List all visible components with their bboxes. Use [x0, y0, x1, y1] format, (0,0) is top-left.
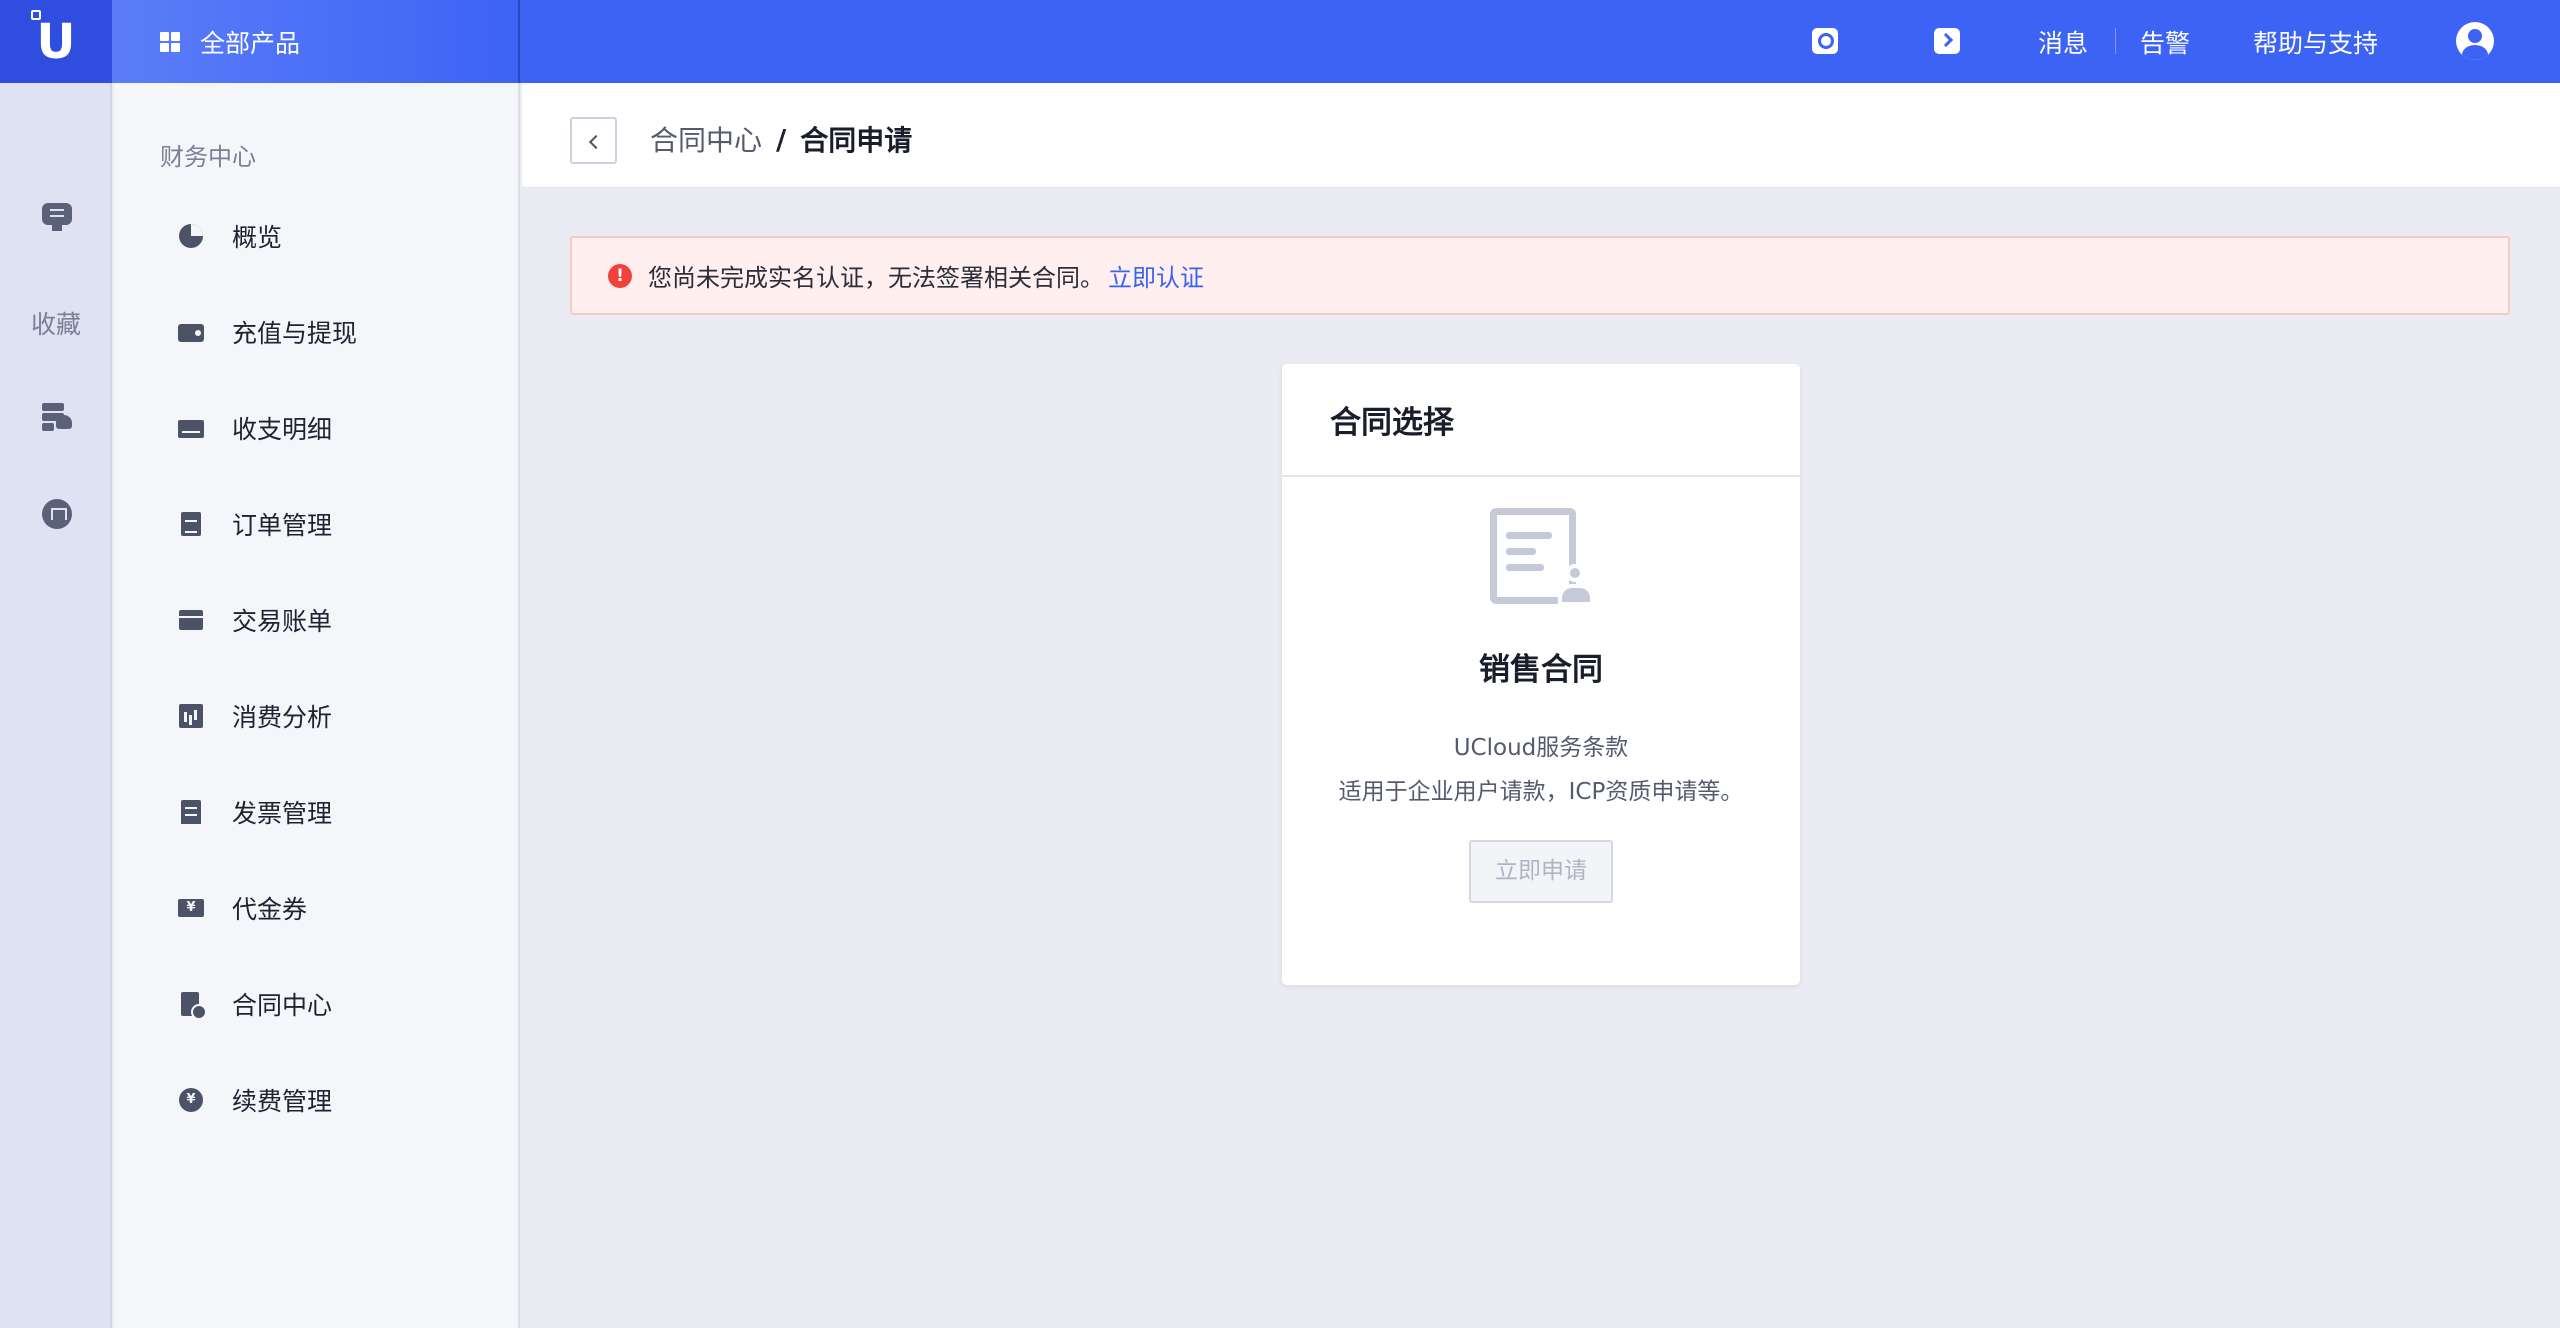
sidebar-item-label: 消费分析 [232, 703, 333, 732]
terminal-icon[interactable] [1934, 28, 1960, 54]
sidebar-item-label: 合同中心 [232, 991, 333, 1020]
sidebar-item-analysis[interactable]: 消费分析 [178, 696, 508, 736]
all-products-button[interactable]: 全部产品 [112, 0, 520, 83]
top-bar: U 全部产品 消息 告警 帮助与支持 [0, 0, 2560, 83]
contract-description: UCloud服务条款 [1453, 735, 1629, 761]
error-icon: ! [608, 263, 632, 288]
sidebar-item-label: 充值与提现 [232, 319, 358, 348]
network-icon[interactable] [42, 499, 72, 529]
sidebar-item-label: 续费管理 [232, 1087, 333, 1116]
apply-now-button[interactable]: 立即申请 [1469, 840, 1613, 903]
sidebar-item-invoices[interactable]: 发票管理 [178, 792, 508, 832]
back-button[interactable] [570, 117, 617, 164]
sidebar-item-renewal[interactable]: ¥ 续费管理 [178, 1080, 508, 1120]
sidebar-item-label: 收支明细 [232, 415, 333, 444]
server-cloud-icon[interactable] [42, 401, 72, 431]
bar-chart-icon [178, 703, 204, 729]
sidebar-item-coupons[interactable]: ¥ 代金券 [178, 888, 508, 928]
contract-document-icon [1490, 508, 1594, 608]
contract-title: 销售合同 [1479, 652, 1603, 688]
breadcrumb-current: 合同申请 [800, 124, 913, 157]
sidebar-item-orders[interactable]: 订单管理 [178, 504, 508, 544]
breadcrumb-separator: / [776, 122, 787, 156]
card-icon [178, 415, 204, 441]
icon-rail: 收藏 [0, 83, 112, 1328]
sidebar-item-label: 订单管理 [232, 511, 333, 540]
card-header: 合同选择 [1282, 364, 1800, 477]
sidebar-item-label: 交易账单 [232, 607, 333, 636]
search-icon[interactable] [1812, 28, 1838, 54]
sidebar-item-label: 概览 [232, 223, 283, 252]
ucloud-logo[interactable]: U [0, 0, 112, 83]
pie-chart-icon [178, 223, 204, 249]
contract-selection-card: 合同选择 销售合同 UCloud服务条款 适用于企业用户请款，ICP资质申请等。… [1282, 364, 1800, 985]
sidebar-item-transactions[interactable]: 收支明细 [178, 408, 508, 448]
sidebar-item-overview[interactable]: 概览 [178, 216, 508, 256]
messages-link[interactable]: 消息 [2038, 24, 2088, 60]
alert-message: 您尚未完成实名认证，无法签署相关合同。 [648, 264, 1104, 292]
favorites-link[interactable]: 收藏 [0, 305, 112, 341]
user-avatar-icon[interactable] [2456, 22, 2494, 60]
alarms-link[interactable]: 告警 [2140, 24, 2190, 60]
divider [2115, 28, 2116, 54]
sidebar-item-recharge[interactable]: 充值与提现 [178, 312, 508, 352]
sidebar-item-label: 发票管理 [232, 799, 333, 828]
console-chat-icon[interactable] [42, 201, 72, 231]
help-support-link[interactable]: 帮助与支持 [2253, 24, 2378, 60]
renew-icon: ¥ [178, 1087, 204, 1113]
contract-icon [178, 991, 207, 1020]
verification-alert: ! 您尚未完成实名认证，无法签署相关合同。 立即认证 [570, 236, 2510, 315]
breadcrumb: 合同中心 / 合同申请 [650, 119, 912, 159]
sidebar-item-label: 代金券 [232, 895, 308, 924]
sidebar-item-bills[interactable]: 交易账单 [178, 600, 508, 640]
page-header: 合同中心 / 合同申请 [522, 83, 2560, 188]
bill-icon [178, 607, 204, 633]
coupon-icon: ¥ [178, 895, 204, 921]
wallet-icon [178, 319, 204, 345]
contract-description: 适用于企业用户请款，ICP资质申请等。 [1338, 779, 1744, 805]
all-products-label: 全部产品 [200, 28, 301, 58]
breadcrumb-parent[interactable]: 合同中心 [650, 119, 762, 159]
sidebar-section-title: 财务中心 [160, 143, 256, 171]
document-icon [178, 511, 204, 537]
grid-icon [160, 31, 180, 52]
sidebar-item-contracts[interactable]: 合同中心 [178, 984, 508, 1024]
invoice-icon [178, 799, 204, 825]
finance-sidebar: 财务中心 概览 充值与提现 收支明细 订单管理 交易账单 消费分析 发票管理 ¥… [114, 83, 520, 1328]
logo-icon: U [30, 9, 75, 70]
verify-now-link[interactable]: 立即认证 [1108, 258, 1204, 293]
